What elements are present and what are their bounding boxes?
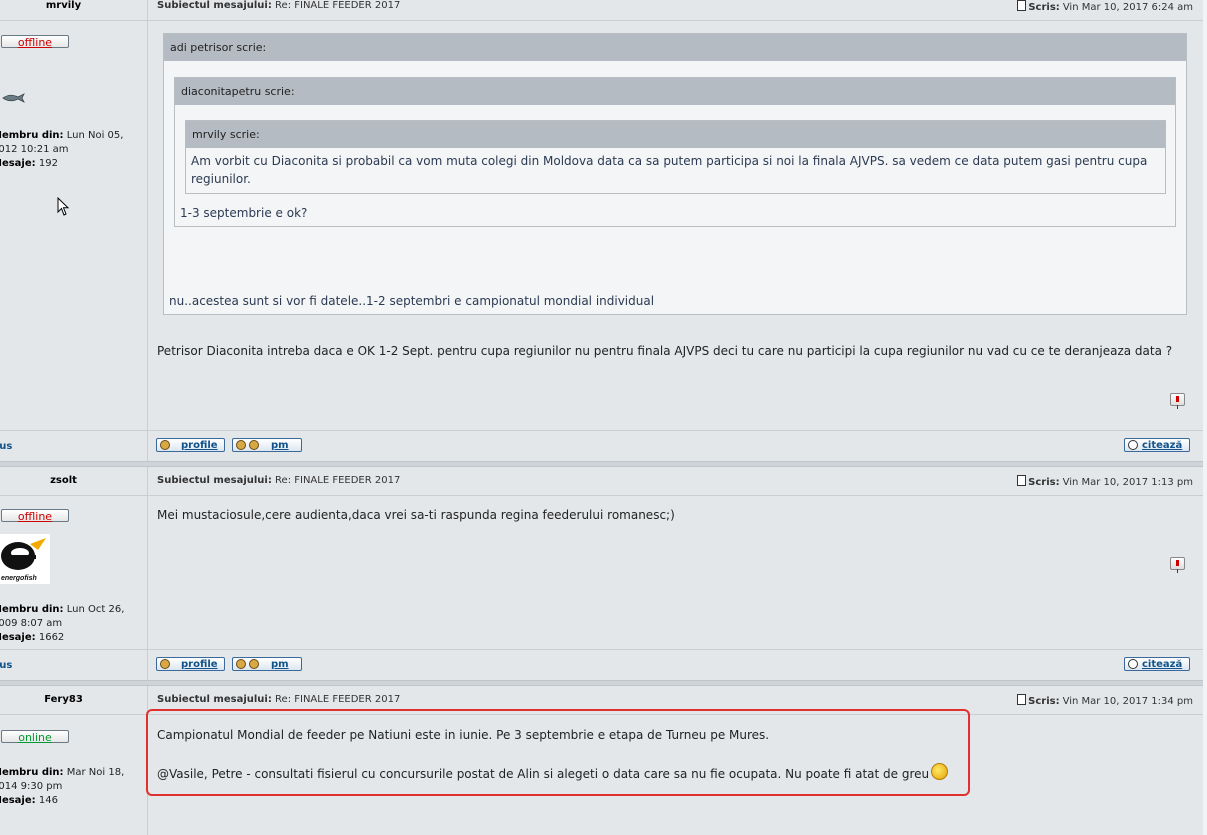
quote-inner: mrvily scrie: Am vorbit cu Diaconita si … <box>185 120 1166 194</box>
pm-button[interactable]: pm <box>232 657 302 671</box>
messages-count: 146 <box>38 795 58 806</box>
status-badge[interactable]: online <box>1 730 69 744</box>
post-text: Petrisor Diaconita intreba daca e OK 1-2… <box>157 344 1173 358</box>
subject-text: Re: FINALE FEEDER 2017 <box>275 0 401 11</box>
quote-text: 1-3 septembrie e ok? <box>180 206 308 220</box>
post-icon <box>1017 694 1027 705</box>
post-date: Vin Mar 10, 2017 1:13 pm <box>1062 477 1193 488</box>
messages-label: Mesaje: <box>0 158 36 169</box>
profile-button[interactable]: profile <box>156 438 225 452</box>
quote-button[interactable]: citează <box>1124 657 1190 671</box>
pm-icon <box>236 659 246 669</box>
page-edge <box>1203 0 1207 815</box>
messages-count: 192 <box>38 158 58 169</box>
post-body: Campionatul Mondial de feeder pe Natiuni… <box>146 709 1203 835</box>
scris-label: Scris: <box>1028 696 1060 707</box>
quote-outer: adi petrisor scrie: diaconitapetru scrie… <box>163 33 1187 315</box>
quote-author: adi petrisor scrie: <box>164 34 1186 61</box>
quote-mid: diaconitapetru scrie: mrvily scrie: Am v… <box>174 77 1176 227</box>
member-since-label: Membru din: <box>0 130 64 141</box>
author-meta: Membru din: Lun Oct 26, 2009 8:07 am Mes… <box>0 603 147 645</box>
scris-label: Scris: <box>1028 2 1060 13</box>
post-icon <box>1017 0 1027 11</box>
post-body: adi petrisor scrie: diaconitapetru scrie… <box>148 21 1203 430</box>
post: zsolt Subiectul mesajului: Re: FINALE FE… <box>0 467 1203 680</box>
post: Fery83 Subiectul mesajului: Re: FINALE F… <box>0 686 1203 835</box>
author-panel: online Membru din: Mar Noi 18, 2014 9:30… <box>0 715 148 835</box>
top-link[interactable]: Sus <box>0 431 148 461</box>
profile-icon <box>160 659 170 669</box>
author-meta: Membru din: Lun Noi 05, 2012 10:21 am Me… <box>0 129 147 171</box>
messages-label: Mesaje: <box>0 795 36 806</box>
report-icon[interactable] <box>1170 393 1185 406</box>
post-icon <box>1017 475 1027 486</box>
energofish-logo-icon: energofish <box>0 534 50 584</box>
report-icon[interactable] <box>1170 557 1185 570</box>
author-panel: offline energofish Membru din: Lun Oct 2… <box>0 496 148 649</box>
post-footer: Sus profile pm citează <box>0 430 1203 461</box>
post-author[interactable]: mrvily <box>0 0 148 20</box>
mouse-cursor-icon <box>57 197 70 216</box>
post-body: Mei mustaciosule,cere audienta,daca vrei… <box>148 496 1203 649</box>
post-date: Vin Mar 10, 2017 1:34 pm <box>1062 696 1193 707</box>
post-date: Vin Mar 10, 2017 6:24 am <box>1062 2 1193 13</box>
quote-button[interactable]: citează <box>1124 438 1190 452</box>
top-link[interactable]: Sus <box>0 650 148 680</box>
post-subject-bar: Subiectul mesajului: Re: FINALE FEEDER 2… <box>148 0 1203 20</box>
post-author[interactable]: zsolt <box>0 467 148 495</box>
quote-icon <box>1128 659 1138 669</box>
quote-author: diaconitapetru scrie: <box>175 78 1175 105</box>
subject-text: Re: FINALE FEEDER 2017 <box>275 475 401 486</box>
status-badge[interactable]: offline <box>1 509 69 523</box>
quote-text: nu..acestea sunt si vor fi datele..1-2 s… <box>169 294 655 308</box>
post: mrvily Subiectul mesajului: Re: FINALE F… <box>0 0 1203 461</box>
status-badge[interactable]: offline <box>1 35 69 49</box>
subject-label: Subiectul mesajului: <box>157 475 272 486</box>
quote-author: mrvily scrie: <box>186 121 1165 148</box>
member-since-label: Membru din: <box>0 767 64 778</box>
author-panel: offline Membru din: Lun Noi 05, 2012 10:… <box>0 21 148 430</box>
messages-count: 1662 <box>38 632 65 643</box>
subject-label: Subiectul mesajului: <box>157 694 272 705</box>
subject-text: Re: FINALE FEEDER 2017 <box>275 694 401 705</box>
quote-icon <box>1128 440 1138 450</box>
scris-label: Scris: <box>1028 477 1060 488</box>
profile-button[interactable]: profile <box>156 657 225 671</box>
messages-label: Mesaje: <box>0 632 36 643</box>
profile-icon <box>160 440 170 450</box>
quote-text: Am vorbit cu Diaconita si probabil ca vo… <box>191 154 1148 186</box>
pm-button[interactable]: pm <box>232 438 302 452</box>
post-header: mrvily Subiectul mesajului: Re: FINALE F… <box>0 0 1203 21</box>
post-author[interactable]: Fery83 <box>0 686 148 714</box>
post-subject-bar: Subiectul mesajului: Re: FINALE FEEDER 2… <box>148 467 1203 495</box>
subject-label: Subiectul mesajului: <box>157 0 272 11</box>
member-since-label: Membru din: <box>0 604 64 615</box>
author-meta: Membru din: Mar Noi 18, 2014 9:30 pm Mes… <box>0 766 147 808</box>
highlight-box <box>146 709 970 796</box>
post-text: Mei mustaciosule,cere audienta,daca vrei… <box>157 508 675 522</box>
pm-icon <box>236 440 246 450</box>
forum-topic: mrvily Subiectul mesajului: Re: FINALE F… <box>0 0 1203 835</box>
avatar-label: energofish <box>1 575 37 582</box>
post-footer: Sus profile pm citează <box>0 649 1203 680</box>
post-header: zsolt Subiectul mesajului: Re: FINALE FE… <box>0 467 1203 496</box>
fish-avatar-icon <box>2 93 25 103</box>
